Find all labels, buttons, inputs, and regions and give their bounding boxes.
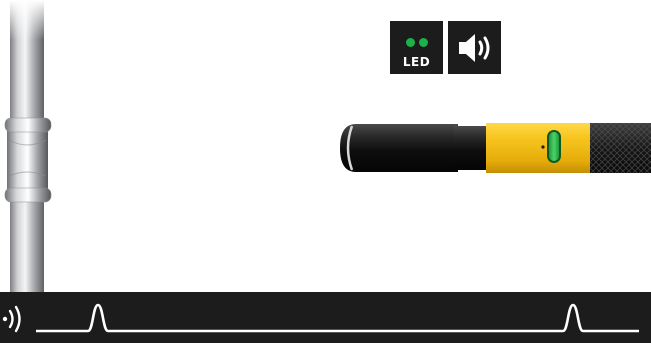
signal-waveform [2,303,639,333]
stage: LED [0,0,651,343]
sound-wave-icon [2,305,21,333]
speaker-icon [459,34,490,62]
pipe-with-press-fitting [0,0,52,292]
sound-indicator [448,21,501,74]
led-indicator: LED [390,21,443,74]
led-dot-left [405,38,415,47]
signal-bar [0,292,651,343]
led-dots-icon [390,38,443,47]
led-dot-right [418,38,428,47]
detector-probe [340,123,651,173]
led-label: LED [402,55,431,69]
signal-line [36,303,639,333]
